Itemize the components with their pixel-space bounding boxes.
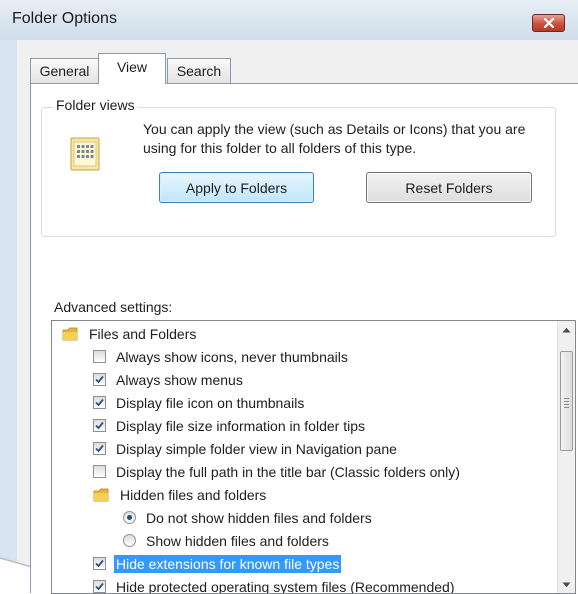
tree-item-always-show-menus[interactable]: Always show menus [93,368,245,391]
tab-search[interactable]: Search [167,58,231,83]
tree-item-files-and-folders: Files and Folders [62,322,198,345]
tree-item-always-show-icons[interactable]: Always show icons, never thumbnails [93,345,350,368]
check-icon [94,374,105,385]
apply-to-folders-button[interactable]: Apply to Folders [159,172,314,203]
check-icon [94,443,105,454]
close-button[interactable] [532,14,565,32]
tree-item-hide-extensions[interactable]: Hide extensions for known file types [93,552,341,575]
apply-to-folders-label: Apply to Folders [186,180,287,196]
checkbox-checked[interactable] [93,442,106,455]
dialog-client-area: General View Search Folder views You can… [17,40,578,593]
checkbox-unchecked[interactable] [93,350,106,363]
checkbox-checked[interactable] [93,580,106,593]
title-bar[interactable]: Folder Options [0,0,578,40]
advanced-settings-label: Advanced settings: [54,299,172,315]
grip-icon [564,398,569,410]
folder-options-window: Folder Options General View Search Folde… [0,0,578,593]
folder-views-legend: Folder views [53,97,138,113]
arrow-up-icon [562,327,571,333]
tab-view[interactable]: View [98,53,166,84]
tree-item-show-hidden[interactable]: Show hidden files and folders [123,529,331,552]
window-title: Folder Options [12,10,117,28]
scroll-down-button[interactable] [558,576,575,593]
tree-item-display-file-icon[interactable]: Display file icon on thumbnails [93,391,306,414]
tree-item-label: Always show menus [114,371,245,389]
vertical-scrollbar[interactable] [557,321,575,593]
advanced-settings-tree[interactable]: Files and Folders Always show icons, nev… [51,320,576,594]
radio-dot [127,515,132,520]
tree-item-hide-protected-files[interactable]: Hide protected operating system files (R… [93,575,457,594]
checkbox-checked[interactable] [93,557,106,570]
tree-item-label: Display file size information in folder … [114,417,367,435]
tree-item-label: Hide extensions for known file types [114,555,341,573]
check-icon [94,397,105,408]
tab-general[interactable]: General [30,58,99,83]
tree-item-label: Show hidden files and folders [144,532,331,550]
view-tab-page: Folder views You can apply the view (suc… [30,83,578,593]
close-icon [543,18,555,28]
tab-search-label: Search [177,63,221,79]
checkbox-checked[interactable] [93,373,106,386]
check-icon [94,420,105,431]
tree-item-do-not-show-hidden[interactable]: Do not show hidden files and folders [123,506,374,529]
check-icon [94,581,105,592]
tree-item-label: Hide protected operating system files (R… [114,578,457,594]
scroll-up-button[interactable] [558,321,575,338]
tab-view-label: View [117,59,147,75]
radio-unselected[interactable] [123,534,136,547]
checkbox-checked[interactable] [93,419,106,432]
folder-views-description: You can apply the view (such as Details … [143,120,543,158]
arrow-down-icon [562,582,571,588]
tree-item-label: Display file icon on thumbnails [114,394,306,412]
checkbox-checked[interactable] [93,396,106,409]
tree-item-hidden-files-and-folders: Hidden files and folders [93,483,268,506]
folder-icon [62,327,78,341]
folder-view-icon [68,136,104,172]
tree-item-label: Hidden files and folders [118,486,268,504]
check-icon [94,558,105,569]
checkbox-unchecked[interactable] [93,465,106,478]
tree-item-label: Display simple folder view in Navigation… [114,440,399,458]
scroll-thumb[interactable] [560,351,573,451]
tree-item-label: Display the full path in the title bar (… [114,463,462,481]
tree-item-label: Always show icons, never thumbnails [114,348,350,366]
folder-icon [93,488,109,502]
tree-item-full-path-title-bar[interactable]: Display the full path in the title bar (… [93,460,462,483]
tab-general-label: General [40,63,90,79]
tree-item-label: Do not show hidden files and folders [144,509,374,527]
radio-selected[interactable] [123,511,136,524]
tree-item-display-file-size[interactable]: Display file size information in folder … [93,414,367,437]
reset-folders-button[interactable]: Reset Folders [366,172,532,203]
reset-folders-label: Reset Folders [405,180,492,196]
tree-item-label: Files and Folders [87,325,198,343]
tree-item-simple-folder-view[interactable]: Display simple folder view in Navigation… [93,437,399,460]
